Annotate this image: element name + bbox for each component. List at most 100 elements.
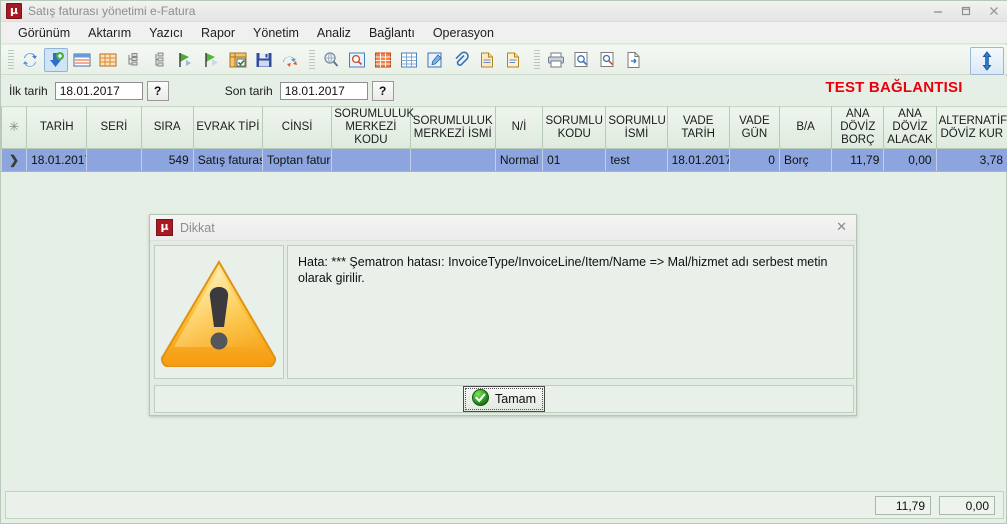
col-tarih-cell[interactable]: 18.01.2017 (26, 148, 88, 172)
col-alternatif-doviz-kur[interactable]: ALTERNATİF DÖVİZ KUR (935, 106, 1007, 149)
menu-analiz[interactable]: Analiz (308, 24, 360, 42)
col-alternatif-doviz-kur-cell[interactable]: 3,78 (935, 148, 1007, 172)
col-vade-gun-cell[interactable]: 0 (728, 148, 780, 172)
menu-gorunum[interactable]: Görünüm (9, 24, 79, 42)
col-sorumlu-ismi-cell[interactable]: test (605, 148, 668, 172)
col-ni-cell[interactable]: Normal (494, 148, 544, 172)
col-vade-tarih-cell[interactable]: 18.01.2017 (666, 148, 730, 172)
menu-yonetim[interactable]: Yönetim (244, 24, 308, 42)
table-row[interactable]: ❯ 18.01.2017 549 Satış faturası Toptan fatur… (0, 148, 1007, 172)
col-seri[interactable]: SERİ (86, 106, 142, 149)
col-evrak-tipi[interactable]: EVRAK TİPİ (192, 106, 264, 149)
updown-arrow-icon[interactable] (970, 47, 1004, 75)
col-ana-doviz-borc-cell[interactable]: 11,79 (831, 148, 885, 172)
dialog-app-icon: µ (156, 219, 173, 236)
grid-check-icon[interactable] (226, 48, 250, 72)
col-ba[interactable]: B/A (778, 106, 833, 149)
col-ana-doviz-borc[interactable]: ANA DÖVİZ BORÇ (831, 106, 885, 149)
dialog-title: Dikkat (180, 220, 215, 235)
end-date-help-button[interactable]: ? (371, 81, 394, 101)
menu-baglanti[interactable]: Bağlantı (360, 24, 424, 42)
edit-note-icon[interactable] (423, 48, 447, 72)
page-export-icon[interactable] (622, 48, 646, 72)
col-sorumluluk-merkezi-ismi-cell[interactable] (409, 148, 496, 172)
toolbar-grip-3[interactable] (534, 49, 540, 70)
menu-bar: Görünüm Aktarım Yazıcı Rapor Yönetim Ana… (1, 22, 1007, 44)
col-ni[interactable]: N/İ (494, 106, 544, 149)
table-filled-icon[interactable] (371, 48, 395, 72)
dialog-title-bar: µ Dikkat ✕ (150, 215, 856, 241)
document-icon[interactable] (475, 48, 499, 72)
col-cinsi-cell[interactable]: Toptan fatura (261, 148, 333, 172)
printer-icon[interactable] (544, 48, 568, 72)
grid-blue-icon[interactable] (397, 48, 421, 72)
warning-dialog: µ Dikkat ✕ Hata: *** Şematron hatası: In… (149, 214, 857, 416)
col-sorumlu-kodu-cell[interactable]: 01 (542, 148, 607, 172)
flag-green-icon[interactable] (174, 48, 198, 72)
grid-header-row: ✳ TARİH SERİ SIRA EVRAK TİPİ CİNSİ SORUMLULUK … (0, 106, 1007, 149)
window-title: Satış faturası yönetimi e-Fatura (28, 4, 196, 18)
ok-button[interactable]: Tamam (463, 386, 545, 412)
col-tarih[interactable]: TARİH (26, 106, 88, 149)
row-selector[interactable]: ❯ (0, 148, 28, 172)
menu-aktarim[interactable]: Aktarım (79, 24, 140, 42)
list-small-icon[interactable] (148, 48, 172, 72)
maximize-icon[interactable] (952, 2, 980, 20)
col-sorumluluk-merkezi-kodu[interactable]: SORUMLULUK MERKEZİ KODU (331, 106, 414, 149)
col-sira-cell[interactable]: 549 (140, 148, 194, 172)
col-sorumluluk-merkezi-kodu-cell[interactable] (331, 148, 411, 172)
toolbar-grip-2[interactable] (309, 49, 315, 70)
print-preview-icon[interactable] (570, 48, 594, 72)
start-date-label: İlk tarih (9, 84, 48, 98)
menu-rapor[interactable]: Rapor (192, 24, 244, 42)
zoom-box-icon[interactable] (345, 48, 369, 72)
toolbar-right-group (970, 47, 1004, 75)
col-ana-doviz-alacak-cell[interactable]: 0,00 (883, 148, 937, 172)
status-total-credit: 0,00 (939, 495, 995, 515)
title-bar: µ Satış faturası yönetimi e-Fatura (1, 1, 1007, 22)
dialog-body: Hata: *** Şematron hatası: InvoiceType/I… (154, 245, 854, 379)
col-evrak-tipi-cell[interactable]: Satış faturası (192, 148, 264, 172)
col-vade-tarih[interactable]: VADE TARİH (666, 106, 730, 149)
dialog-message: Hata: *** Şematron hatası: InvoiceType/I… (287, 245, 854, 379)
col-ba-cell[interactable]: Borç (778, 148, 833, 172)
print-setup-icon[interactable] (596, 48, 620, 72)
download-add-icon[interactable] (44, 47, 68, 72)
col-sorumlu-kodu[interactable]: SORUMLU KODU (542, 106, 607, 149)
col-ana-doviz-alacak[interactable]: ANA DÖVİZ ALACAK (883, 106, 937, 149)
document-alt-icon[interactable] (501, 48, 525, 72)
search-world-icon[interactable] (319, 48, 343, 72)
menu-operasyon[interactable]: Operasyon (424, 24, 503, 42)
attachment-icon[interactable] (449, 48, 473, 72)
save-icon[interactable] (252, 48, 276, 72)
flag-green-alt-icon[interactable] (200, 48, 224, 72)
undo-redo-icon[interactable] (278, 48, 302, 72)
app-icon: µ (6, 3, 22, 19)
col-sira[interactable]: SIRA (140, 106, 194, 149)
minimize-icon[interactable] (924, 2, 952, 20)
table-orange-icon[interactable] (96, 48, 120, 72)
row-selector[interactable]: ✳ (0, 106, 28, 149)
dialog-footer: Tamam (154, 385, 854, 413)
table-red-icon[interactable] (70, 48, 94, 72)
test-connection-banner: TEST BAĞLANTISI (825, 79, 963, 96)
close-icon[interactable] (980, 2, 1007, 20)
toolbar-grip[interactable] (8, 49, 14, 70)
col-cinsi[interactable]: CİNSİ (261, 106, 333, 149)
col-sorumlu-ismi[interactable]: SORUMLU İSMİ (605, 106, 668, 149)
start-date-input[interactable] (54, 82, 143, 100)
green-check-icon (472, 389, 489, 409)
menu-yazici[interactable]: Yazıcı (140, 24, 192, 42)
start-date-help-button[interactable]: ? (146, 81, 169, 101)
col-seri-cell[interactable] (86, 148, 142, 172)
invoice-grid: ✳ TARİH SERİ SIRA EVRAK TİPİ CİNSİ SORUMLULUK … (0, 106, 1007, 172)
col-vade-gun[interactable]: VADE GÜN (728, 106, 780, 149)
refresh-icon[interactable] (18, 48, 42, 72)
dialog-close-icon[interactable]: ✕ (836, 220, 847, 235)
end-date-label: Son tarih (224, 84, 273, 98)
warning-triangle-icon (154, 245, 284, 379)
col-sorumluluk-merkezi-ismi[interactable]: SORUMLULUK MERKEZİ İSMİ (409, 106, 496, 149)
tree-small-icon[interactable] (122, 48, 146, 72)
end-date-input[interactable] (279, 82, 368, 100)
application-window: µ Satış faturası yönetimi e-Fatura Görün… (0, 0, 1007, 524)
